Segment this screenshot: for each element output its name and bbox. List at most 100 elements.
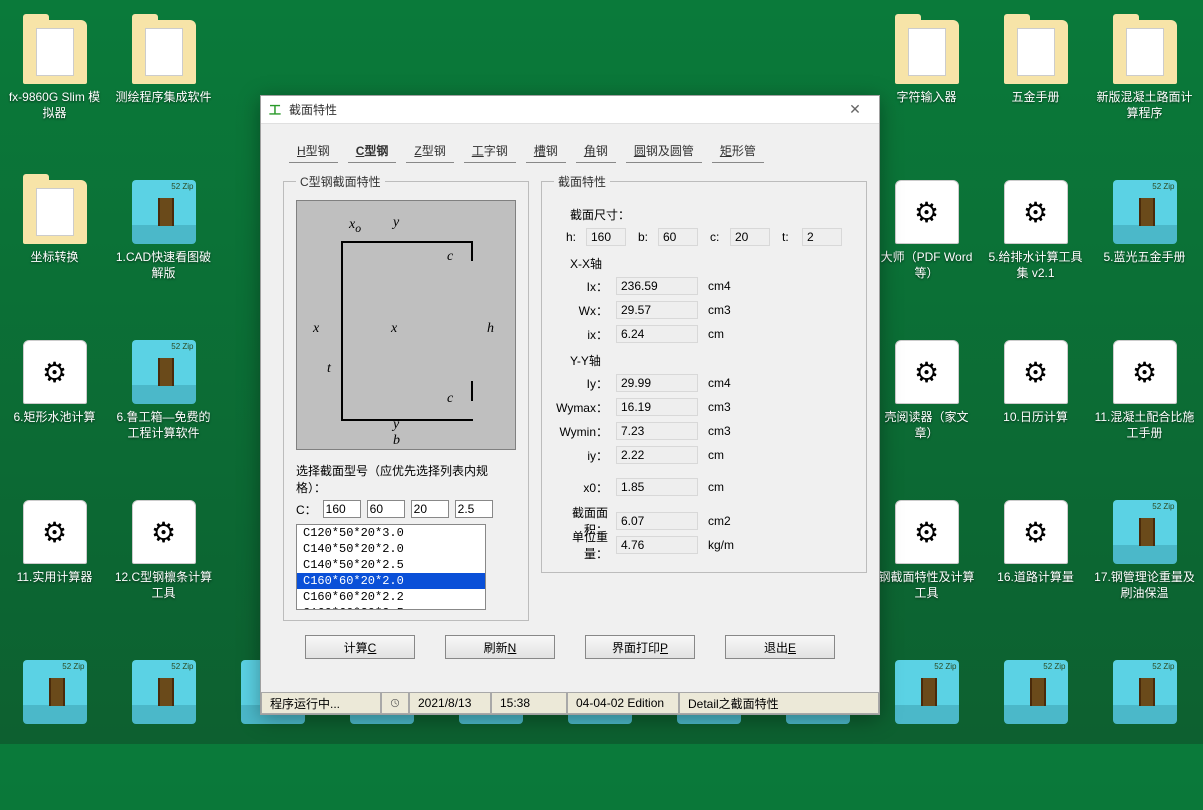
button-row: 计算C 刷新N 界面打印P 退出E bbox=[283, 631, 857, 661]
model-listbox[interactable]: C120*50*20*3.0C140*50*20*2.0C140*50*20*2… bbox=[296, 524, 486, 610]
titlebar[interactable]: 工 截面特性 ✕ bbox=[261, 96, 879, 124]
dim-label: 截面尺寸： bbox=[570, 206, 854, 223]
status-running: 程序运行中... bbox=[261, 693, 381, 714]
clock-icon bbox=[381, 693, 409, 714]
refresh-button[interactable]: 刷新N bbox=[445, 635, 555, 659]
selector-inputs: C： bbox=[296, 500, 516, 518]
sel-b-input[interactable] bbox=[367, 500, 405, 518]
desktop-icon[interactable]: ⚙11.混凝土配合比施工手册 bbox=[1090, 330, 1199, 490]
prop-row: 单位重量：4.76kg/m bbox=[554, 533, 854, 557]
desktop-icon-label: 大师（PDF Word等） bbox=[872, 250, 981, 281]
sel-c-input[interactable] bbox=[411, 500, 449, 518]
desktop-icon-label: 11.混凝土配合比施工手册 bbox=[1090, 410, 1199, 441]
tab-1[interactable]: C型钢 bbox=[348, 142, 397, 163]
selector-label: 选择截面型号（应优先选择列表内规格）： bbox=[296, 462, 516, 496]
desktop-icon-label: 字符输入器 bbox=[892, 90, 960, 106]
desktop-icon[interactable] bbox=[109, 650, 218, 810]
section-props-fieldset: 截面特性 截面尺寸： h:160 b:60 c:20 t:2 X-X轴 Ix：2… bbox=[541, 173, 867, 573]
desktop-icon[interactable]: ⚙6.矩形水池计算 bbox=[0, 330, 109, 490]
desktop-icon-label: 5.给排水计算工具集 v2.1 bbox=[981, 250, 1090, 281]
desktop-icon-label: 6.矩形水池计算 bbox=[9, 410, 99, 426]
desktop-icon[interactable]: 五金手册 bbox=[981, 10, 1090, 170]
list-item[interactable]: C160*60*20*2.0 bbox=[297, 573, 485, 589]
desktop-icon[interactable]: 测绘程序集成软件 bbox=[109, 10, 218, 170]
desktop-icon-label: 钢截面特性及计算工具 bbox=[872, 570, 981, 601]
prop-row: Wymax：16.19cm3 bbox=[554, 395, 854, 419]
tab-0[interactable]: H型钢 bbox=[289, 142, 338, 163]
desktop-icon[interactable]: ⚙大师（PDF Word等） bbox=[872, 170, 981, 330]
prop-row: Wx：29.57cm3 bbox=[554, 298, 854, 322]
prop-row: Ix：236.59cm4 bbox=[554, 274, 854, 298]
app-icon: 工 bbox=[267, 102, 283, 118]
desktop-icon-label: 6.鲁工箱—免费的工程计算软件 bbox=[109, 410, 218, 441]
desktop-icon-label: 5.蓝光五金手册 bbox=[1099, 250, 1189, 266]
desktop-icon[interactable]: ⚙5.给排水计算工具集 v2.1 bbox=[981, 170, 1090, 330]
desktop-icon-label: 新版混凝土路面计算程序 bbox=[1090, 90, 1199, 121]
desktop-icon[interactable] bbox=[0, 650, 109, 810]
prop-row: iy：2.22cm bbox=[554, 443, 854, 467]
desktop-icon[interactable]: ⚙16.道路计算量 bbox=[981, 490, 1090, 650]
tab-2[interactable]: Z型钢 bbox=[406, 142, 453, 163]
sel-t-input[interactable] bbox=[455, 500, 493, 518]
sel-h-input[interactable] bbox=[323, 500, 361, 518]
desktop-icon-label: 10.日历计算 bbox=[999, 410, 1072, 426]
close-icon[interactable]: ✕ bbox=[837, 100, 873, 120]
prop-row: Wymin：7.23cm3 bbox=[554, 419, 854, 443]
desktop-icon[interactable]: ⚙11.实用计算器 bbox=[0, 490, 109, 650]
desktop-icon[interactable]: 1.CAD快速看图破解版 bbox=[109, 170, 218, 330]
tab-5[interactable]: 角钢 bbox=[576, 142, 616, 163]
desktop-icon-label: 17.钢管理论重量及刷油保温 bbox=[1090, 570, 1199, 601]
tab-7[interactable]: 矩形管 bbox=[712, 142, 764, 163]
desktop-icon-label: 壳阅读器（家文章） bbox=[872, 410, 981, 441]
list-item[interactable]: C120*50*20*3.0 bbox=[297, 525, 485, 541]
desktop-icon[interactable]: 新版混凝土路面计算程序 bbox=[1090, 10, 1199, 170]
tab-6[interactable]: 圆钢及圆管 bbox=[626, 142, 702, 163]
c-section-diagram: xo y c x x h t c y b bbox=[296, 200, 516, 450]
list-item[interactable]: C160*60*20*2.2 bbox=[297, 589, 485, 605]
desktop-icon[interactable] bbox=[872, 650, 981, 810]
prop-row: x0：1.85cm bbox=[554, 475, 854, 499]
desktop-icon[interactable] bbox=[1090, 650, 1199, 810]
yy-axis-label: Y-Y轴 bbox=[570, 352, 854, 369]
desktop-icon[interactable]: 6.鲁工箱—免费的工程计算软件 bbox=[109, 330, 218, 490]
calc-button[interactable]: 计算C bbox=[305, 635, 415, 659]
desktop-icon[interactable]: fx-9860G Slim 模拟器 bbox=[0, 10, 109, 170]
desktop-icon[interactable]: 5.蓝光五金手册 bbox=[1090, 170, 1199, 330]
list-item[interactable]: C140*50*20*2.5 bbox=[297, 557, 485, 573]
props-legend: 截面特性 bbox=[554, 173, 610, 190]
status-detail: Detail之截面特性 bbox=[679, 693, 879, 714]
desktop-icon-label: 1.CAD快速看图破解版 bbox=[109, 250, 218, 281]
desktop-icon[interactable]: ⚙壳阅读器（家文章） bbox=[872, 330, 981, 490]
window-title: 截面特性 bbox=[289, 101, 837, 118]
status-time: 15:38 bbox=[491, 693, 567, 714]
desktop-icon[interactable]: ⚙12.C型钢檩条计算工具 bbox=[109, 490, 218, 650]
desktop-icon-label: 11.实用计算器 bbox=[13, 570, 97, 586]
desktop-icon[interactable]: 字符输入器 bbox=[872, 10, 981, 170]
desktop-icon-label: 测绘程序集成软件 bbox=[111, 90, 215, 106]
desktop-icon[interactable]: ⚙10.日历计算 bbox=[981, 330, 1090, 490]
tab-4[interactable]: 槽钢 bbox=[526, 142, 566, 163]
prop-row: ix：6.24cm bbox=[554, 322, 854, 346]
status-date: 2021/8/13 bbox=[409, 693, 491, 714]
desktop-icon-label: 五金手册 bbox=[1007, 90, 1063, 106]
xx-axis-label: X-X轴 bbox=[570, 255, 854, 272]
diagram-legend: C型钢截面特性 bbox=[296, 173, 385, 190]
desktop-icon[interactable] bbox=[981, 650, 1090, 810]
desktop-icon[interactable]: ⚙钢截面特性及计算工具 bbox=[872, 490, 981, 650]
tab-strip: H型钢 C型钢 Z型钢工字钢槽钢角钢圆钢及圆管矩形管 bbox=[261, 124, 879, 169]
print-button[interactable]: 界面打印P bbox=[585, 635, 695, 659]
desktop-icon-label: 坐标转换 bbox=[26, 250, 82, 266]
prop-row: Iy：29.99cm4 bbox=[554, 371, 854, 395]
statusbar: 程序运行中... 2021/8/13 15:38 04-04-02 Editio… bbox=[261, 692, 879, 714]
tab-3[interactable]: 工字钢 bbox=[464, 142, 516, 163]
desktop-icon[interactable]: 坐标转换 bbox=[0, 170, 109, 330]
desktop-icon[interactable]: 17.钢管理论重量及刷油保温 bbox=[1090, 490, 1199, 650]
section-diagram-fieldset: C型钢截面特性 xo y c x x h t c y b bbox=[283, 173, 529, 621]
dim-values: h:160 b:60 c:20 t:2 bbox=[566, 225, 854, 249]
exit-button[interactable]: 退出E bbox=[725, 635, 835, 659]
list-item[interactable]: C140*50*20*2.0 bbox=[297, 541, 485, 557]
status-edition: 04-04-02 Edition bbox=[567, 693, 679, 714]
desktop-icon-label: 12.C型钢檩条计算工具 bbox=[109, 570, 218, 601]
list-item[interactable]: C160*60*20*2.5 bbox=[297, 605, 485, 610]
desktop-icon-label: 16.道路计算量 bbox=[993, 570, 1078, 586]
